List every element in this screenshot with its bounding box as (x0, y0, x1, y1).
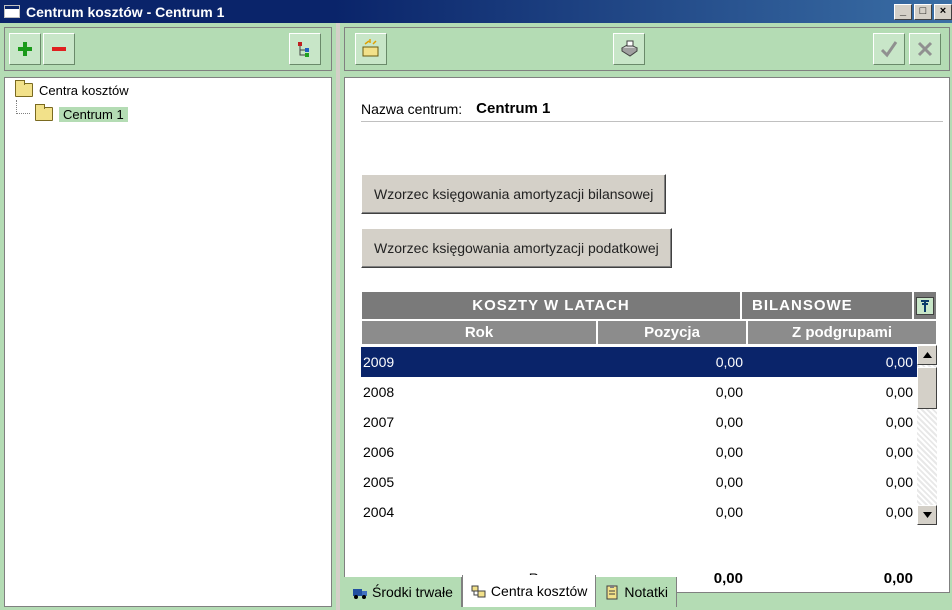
grid-mode-label: BILANSOWE (752, 297, 853, 314)
arrow-up-icon (922, 352, 932, 358)
cell-pozycja: 0,00 (715, 384, 743, 400)
cell-rok: 2006 (363, 444, 395, 460)
right-pane: Nazwa centrum: Centrum 1 Wzorzec księgow… (340, 23, 952, 610)
cell-pozycja: 0,00 (715, 414, 743, 430)
tab-srodki-trwale[interactable]: Środki trwałe (344, 577, 462, 607)
name-row: Nazwa centrum: Centrum 1 (361, 98, 943, 122)
cell-z-podgrupami: 0,00 (885, 384, 913, 400)
grid-title-header: KOSZTY W LATACH (361, 291, 741, 320)
scroll-thumb[interactable] (917, 367, 937, 409)
bottom-tabs: Środki trwałe Centra kosztów Notatki (344, 575, 677, 610)
window-titlebar[interactable]: Centrum kosztów - Centrum 1 _ □ × (0, 0, 952, 23)
cell-pozycja: 0,00 (715, 474, 743, 490)
check-icon (880, 41, 898, 58)
column-header-z-podgrupami[interactable]: Z podgrupami (747, 320, 937, 345)
grid-scrollbar[interactable] (917, 345, 937, 525)
scroll-down-button[interactable] (917, 505, 937, 525)
tab-notatki[interactable]: Notatki (596, 577, 677, 607)
cell-rok: 2005 (363, 474, 395, 490)
remove-button[interactable] (43, 33, 75, 65)
table-row[interactable]: 2004 0,00 0,00 (361, 497, 917, 527)
cell-z-podgrupami: 0,00 (885, 504, 913, 520)
left-toolbar (4, 27, 332, 71)
tree-node-root[interactable]: Centra kosztów (15, 80, 129, 100)
plus-icon (18, 42, 32, 56)
tree-view-icon (298, 42, 309, 57)
cell-pozycja: 0,00 (715, 444, 743, 460)
cell-rok: 2004 (363, 504, 395, 520)
table-row[interactable]: 2009 0,00 0,00 (361, 347, 917, 377)
right-toolbar (344, 27, 950, 71)
column-header-pozycja[interactable]: Pozycja (597, 320, 747, 345)
table-row[interactable]: 2008 0,00 0,00 (361, 377, 917, 407)
open-folder-icon (35, 104, 53, 121)
truck-icon (353, 589, 367, 599)
tree-view-button[interactable] (289, 33, 321, 65)
close-icon (917, 41, 933, 57)
minimize-button[interactable]: _ (894, 3, 912, 20)
arrow-down-icon (922, 512, 932, 518)
cell-rok: 2007 (363, 414, 395, 430)
close-window-button[interactable]: × (934, 3, 952, 20)
cost-center-tree[interactable]: Centra kosztów Centrum 1 (4, 77, 332, 607)
cell-z-podgrupami: 0,00 (885, 474, 913, 490)
cell-z-podgrupami: 0,00 (885, 444, 913, 460)
left-pane: Centra kosztów Centrum 1 (0, 23, 336, 610)
table-row[interactable]: 2006 0,00 0,00 (361, 437, 917, 467)
cell-rok: 2008 (363, 384, 395, 400)
tax-posting-template-button[interactable]: Wzorzec księgowania amortyzacji podatkow… (361, 228, 672, 268)
window-app-icon (4, 5, 20, 18)
tab-centra-kosztow[interactable]: Centra kosztów (461, 575, 597, 607)
notes-icon (606, 585, 618, 600)
table-row[interactable]: 2007 0,00 0,00 (361, 407, 917, 437)
cancel-button[interactable] (909, 33, 941, 65)
cost-centers-icon (471, 585, 486, 598)
printer-icon (621, 40, 638, 57)
new-button[interactable] (355, 33, 387, 65)
folder-icon (15, 80, 33, 97)
cell-rok: 2009 (363, 354, 395, 370)
confirm-button[interactable] (873, 33, 905, 65)
tree-node-root-label: Centra kosztów (39, 82, 129, 98)
name-label: Nazwa centrum: (361, 101, 463, 117)
window-title: Centrum kosztów - Centrum 1 (26, 3, 225, 20)
add-button[interactable] (9, 33, 41, 65)
tree-connector (16, 100, 30, 114)
new-document-icon (362, 39, 379, 57)
column-header-rok[interactable]: Rok (361, 320, 597, 345)
table-row[interactable]: 2005 0,00 0,00 (361, 467, 917, 497)
cell-z-podgrupami: 0,00 (885, 354, 913, 370)
tab-srodki-trwale-label: Środki trwałe (372, 584, 453, 600)
grid-mode-header: BILANSOWE (741, 291, 913, 320)
cell-z-podgrupami: 0,00 (885, 414, 913, 430)
tree-node-centrum-1-label: Centrum 1 (59, 106, 128, 122)
tab-centra-kosztow-label: Centra kosztów (490, 583, 588, 599)
grid-mode-toggle[interactable] (913, 291, 937, 320)
cell-pozycja: 0,00 (715, 354, 743, 370)
maximize-button[interactable]: □ (914, 3, 932, 20)
detail-panel: Nazwa centrum: Centrum 1 Wzorzec księgow… (344, 77, 950, 593)
tree-node-centrum-1[interactable]: Centrum 1 (35, 104, 128, 124)
pin-icon (916, 296, 934, 315)
balance-posting-template-button[interactable]: Wzorzec księgowania amortyzacji bilansow… (361, 174, 667, 214)
cell-pozycja: 0,00 (715, 504, 743, 520)
total-z-podgrupami: 0,00 (883, 569, 913, 587)
scroll-up-button[interactable] (917, 345, 937, 365)
tab-notatki-label: Notatki (624, 584, 668, 600)
minus-icon (52, 47, 66, 51)
name-value: Centrum 1 (476, 100, 551, 117)
print-button[interactable] (613, 33, 645, 65)
window-controls: _ □ × (894, 3, 952, 20)
